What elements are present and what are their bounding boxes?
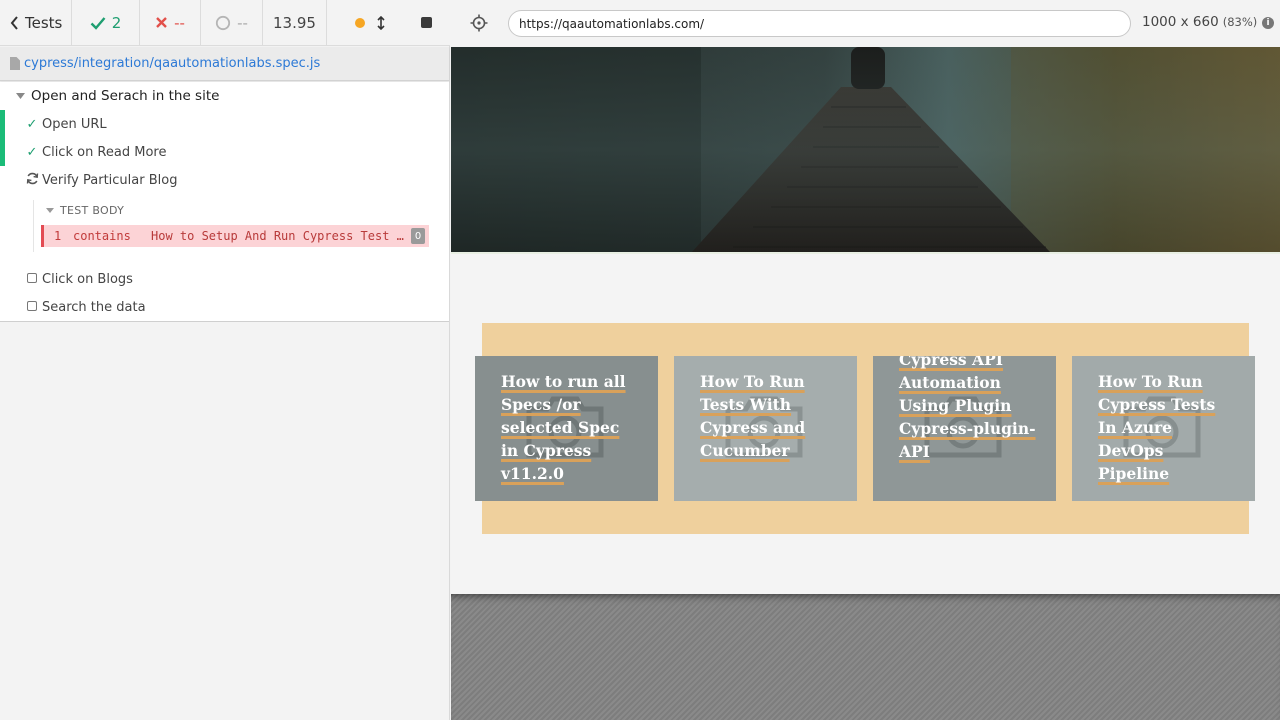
spec-path-link[interactable]: cypress/integration/qaautomationlabs.spe…	[24, 56, 320, 71]
passed-bar	[0, 110, 5, 138]
pending-count: --	[237, 13, 248, 32]
runnables-list: Open and Serach in the site ✓ Open URL ✓…	[0, 82, 449, 322]
checkbox-square-icon	[25, 300, 39, 315]
viewport-info: 1000 x 660 (83%)	[1142, 14, 1257, 30]
viewport-scale: (83%)	[1222, 15, 1258, 29]
suite-title-row[interactable]: Open and Serach in the site	[16, 88, 219, 104]
failed-stat: --	[140, 0, 201, 46]
test-row-search-data[interactable]: Search the data	[0, 293, 449, 321]
blog-card-title[interactable]: How to run all Specs /or selected Spec i…	[501, 370, 641, 485]
passed-stat: 2	[72, 0, 140, 46]
test-label: Open URL	[42, 116, 107, 132]
checkbox-square-icon	[25, 272, 39, 287]
circle-notch-icon	[215, 15, 231, 30]
hero-image	[451, 47, 1280, 253]
crosshair-icon[interactable]	[469, 13, 489, 33]
run-controls	[327, 15, 450, 30]
refresh-icon	[25, 172, 39, 189]
test-label: Click on Read More	[42, 144, 167, 160]
command-number: 1	[54, 229, 62, 243]
command-name: contains	[73, 229, 131, 243]
hero-overlay	[451, 47, 1280, 253]
test-body-hook[interactable]: TEST BODY	[46, 204, 124, 217]
stats-bar: Tests 2 -- -- 13.95	[0, 0, 450, 46]
passed-bar	[0, 138, 5, 166]
check-icon: ✓	[26, 144, 38, 160]
info-icon[interactable]: i	[1262, 17, 1274, 29]
suite-title: Open and Serach in the site	[31, 88, 220, 104]
command-message: How to Setup And Run Cypress Test Cases …	[151, 229, 406, 243]
failed-count: --	[174, 13, 185, 32]
hero-divider	[451, 252, 1280, 254]
url-input[interactable]: https://qaautomationlabs.com/	[508, 10, 1131, 37]
pending-stat: --	[201, 0, 263, 46]
aut-iframe: How to run all Specs /or selected Spec i…	[451, 47, 1280, 594]
running-indicator-icon	[355, 17, 365, 28]
blog-card-title[interactable]: How To Run Cypress Tests In Azure DevOps…	[1098, 370, 1238, 485]
spec-file-header: cypress/integration/qaautomationlabs.spe…	[0, 47, 449, 81]
test-row-verify-blog[interactable]: Verify Particular Blog	[0, 166, 449, 194]
blog-card[interactable]: How To Run Cypress Tests In Azure DevOps…	[1072, 356, 1255, 501]
check-icon: ✓	[26, 116, 38, 132]
blog-card-title[interactable]: Cypress API Automation Using Plugin Cypr…	[899, 356, 1039, 463]
scroll-arrows-icon[interactable]	[377, 15, 385, 30]
command-log-row[interactable]: 1 contains How to Setup And Run Cypress …	[41, 225, 429, 247]
back-to-tests-button[interactable]: Tests	[0, 0, 72, 46]
test-row-open-url[interactable]: ✓ Open URL	[0, 110, 449, 138]
aut-header: https://qaautomationlabs.com/ 1000 x 660…	[451, 0, 1280, 46]
viewport-size: 1000 x 660	[1142, 14, 1219, 30]
aut-background-area	[451, 594, 1280, 720]
test-label: Verify Particular Blog	[42, 172, 178, 188]
test-label: Search the data	[42, 299, 146, 315]
element-count-badge: 0	[411, 228, 425, 244]
test-row-click-blogs[interactable]: Click on Blogs	[0, 265, 449, 293]
passed-count: 2	[111, 13, 122, 32]
x-icon	[156, 17, 167, 28]
blog-card[interactable]: Cypress API Automation Using Plugin Cypr…	[873, 356, 1056, 501]
chevron-left-icon	[10, 15, 18, 30]
test-row-click-read-more[interactable]: ✓ Click on Read More	[0, 138, 449, 166]
test-label: Click on Blogs	[42, 271, 133, 287]
duration-value: 13.95	[273, 13, 316, 32]
url-text: https://qaautomationlabs.com/	[519, 16, 705, 31]
blog-card[interactable]: How To Run Tests With Cypress and Cucumb…	[674, 356, 857, 501]
blog-card-title[interactable]: How To Run Tests With Cypress and Cucumb…	[700, 370, 840, 462]
back-label: Tests	[25, 13, 63, 32]
file-icon	[10, 57, 20, 70]
blog-card[interactable]: How to run all Specs /or selected Spec i…	[475, 356, 658, 501]
hook-guide-line	[33, 200, 34, 252]
duration-stat: 13.95	[263, 0, 327, 46]
reporter-panel: Tests 2 -- -- 13.95 cypress/integration/…	[0, 0, 450, 720]
check-icon	[90, 16, 106, 30]
stop-icon[interactable]	[421, 17, 432, 28]
caret-down-icon	[46, 208, 54, 213]
test-body-label: TEST BODY	[60, 204, 125, 217]
caret-down-icon	[16, 93, 25, 99]
